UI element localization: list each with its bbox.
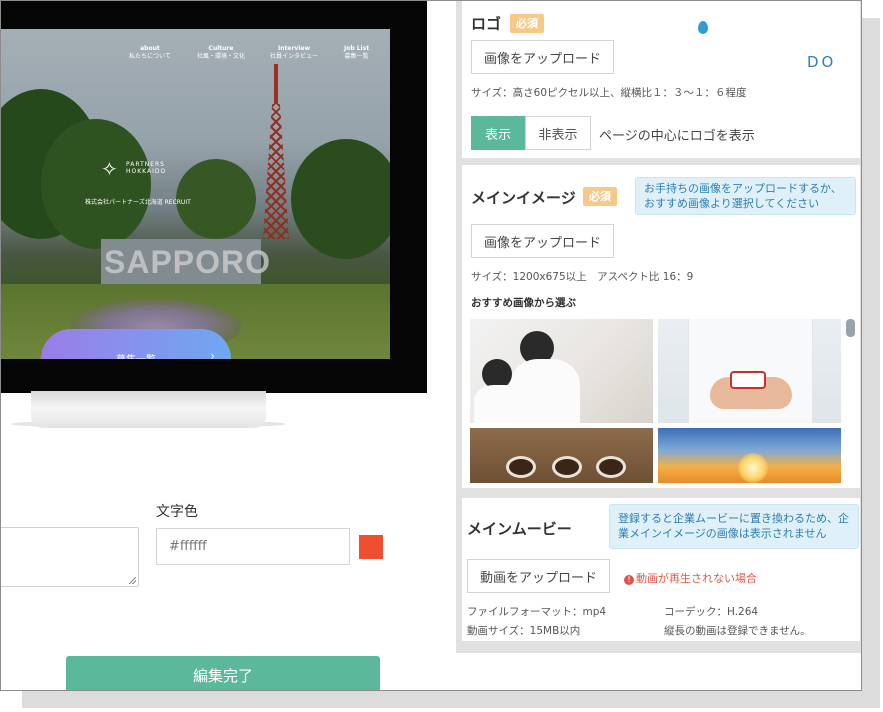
logo-hide-toggle[interactable]: 非表示 <box>525 116 591 150</box>
preview-cta-label: 募集一覧 <box>116 351 156 359</box>
coffee-cup <box>506 456 536 478</box>
gallery-scrollbar[interactable] <box>846 319 855 483</box>
movie-warning-link[interactable]: ! 動画が再生されない場合 <box>624 570 757 586</box>
recommended-images-label: おすすめ画像から選ぶ <box>471 297 576 309</box>
main-image-info: お手持ちの画像をアップロードするか、おすすめ画像より選択してください <box>635 177 856 215</box>
drop-icon <box>698 21 708 34</box>
logo-title: ロゴ <box>471 15 502 33</box>
editor-frame: SAPPORO about 私たちについて Culture 社風・環境・文化 I… <box>0 0 862 691</box>
movie-format-note: ファイルフォーマット：mp4 <box>467 606 607 618</box>
monitor-stand <box>31 391 266 428</box>
preview-screen: SAPPORO about 私たちについて Culture 社風・環境・文化 I… <box>1 29 390 359</box>
preview-nav-about[interactable]: about 私たちについて <box>129 45 171 61</box>
coffee-cup <box>552 456 582 478</box>
logo-upload-button[interactable]: 画像をアップロード <box>471 40 615 74</box>
preview-nav: about 私たちについて Culture 社風・環境・文化 Interview… <box>1 45 390 65</box>
text-color-input[interactable] <box>156 528 350 565</box>
sun <box>738 453 768 483</box>
nav-en-label: Interview <box>278 45 310 52</box>
text-color-label: 文字色 <box>156 504 198 520</box>
movie-portrait-note: 縦長の動画は登録できません。 <box>664 625 811 637</box>
main-image-size-note: サイズ：1200x675以上 アスペクト比 16：9 <box>471 271 694 283</box>
chevron-right-icon: › <box>210 349 215 359</box>
coffee-cup <box>596 456 626 478</box>
logo-mark-icon: ✧ <box>101 157 118 181</box>
preview-nav-culture[interactable]: Culture 社風・環境・文化 <box>197 45 245 61</box>
alert-icon: ! <box>624 575 634 585</box>
preview-cta-button[interactable]: 募集一覧 › <box>41 329 231 359</box>
preview-company-name: 株式会社パートナーズ北海道 RECRUIT <box>85 199 191 206</box>
recommended-gallery <box>470 319 842 483</box>
monitor-preview: SAPPORO about 私たちについて Culture 社風・環境・文化 I… <box>1 1 427 393</box>
movie-warning-text: 動画が再生されない場合 <box>636 572 757 585</box>
nav-en-label: about <box>140 45 160 52</box>
logo-preview: DO <box>656 21 841 73</box>
scrollbar-thumb[interactable] <box>846 319 855 337</box>
text-color-swatch[interactable] <box>359 535 383 559</box>
main-movie-info: 登録すると企業ムービーに置き換わるため、企業メインイメージの画像は表示されません <box>609 504 859 549</box>
preview-overlay <box>1 29 390 359</box>
preview-nav-joblist[interactable]: Job List 募集一覧 <box>344 45 369 61</box>
recommended-image[interactable] <box>658 428 841 483</box>
nav-ja-label: 社員インタビュー <box>270 53 319 60</box>
resize-grip-icon[interactable] <box>129 577 136 584</box>
main-image-required-badge: 必須 <box>583 187 617 206</box>
nav-ja-label: 社風・環境・文化 <box>197 53 246 60</box>
logo-toggle-note: ページの中心にロゴを表示 <box>599 129 755 144</box>
main-movie-title: メインムービー <box>467 520 572 538</box>
main-image-title: メインイメージ <box>471 189 576 207</box>
main-image-upload-button[interactable]: 画像をアップロード <box>471 224 615 258</box>
movie-size-note: 動画サイズ：15MB以内 <box>467 625 581 637</box>
movie-codec-note: コーデック：H.264 <box>664 606 759 618</box>
complete-button[interactable]: 編集完了 <box>66 656 380 690</box>
nav-ja-label: 募集一覧 <box>344 53 369 60</box>
person-body <box>474 385 524 423</box>
logo-size-note: サイズ：高さ60ピクセル以上、縦横比１：３〜１：６程度 <box>471 87 747 99</box>
ambulance-toy <box>730 371 766 389</box>
logo-required-badge: 必須 <box>510 14 544 33</box>
nav-en-label: Job List <box>344 45 370 52</box>
recommended-image[interactable] <box>658 319 841 423</box>
logo-show-toggle[interactable]: 表示 <box>471 116 525 150</box>
logo-preview-text: DO <box>807 53 837 71</box>
movie-upload-button[interactable]: 動画をアップロード <box>467 559 611 593</box>
nav-en-label: Culture <box>208 45 234 52</box>
text-textarea[interactable] <box>1 527 139 587</box>
nav-ja-label: 私たちについて <box>129 53 171 60</box>
preview-logo-text: PARTNERS HOKKAIDO <box>126 161 167 175</box>
recommended-image[interactable] <box>470 428 653 483</box>
preview-nav-interview[interactable]: Interview 社員インタビュー <box>270 45 318 61</box>
preview-logo: ✧ PARTNERS HOKKAIDO <box>101 157 201 189</box>
recommended-image[interactable] <box>470 319 653 423</box>
